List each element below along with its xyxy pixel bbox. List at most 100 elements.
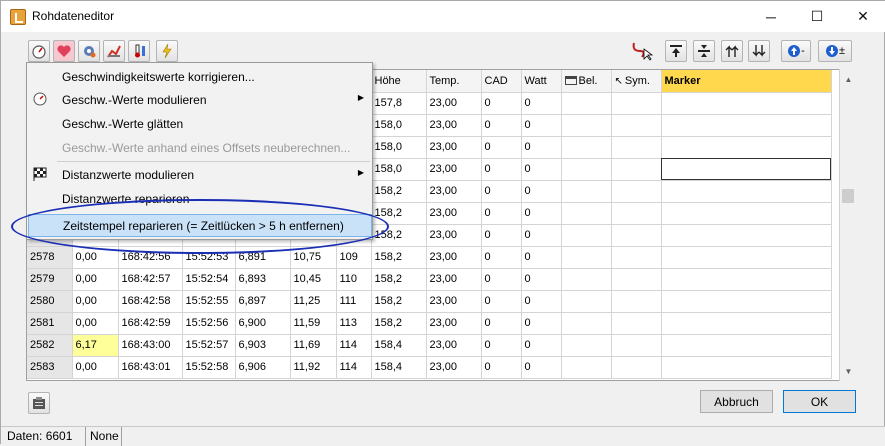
table-cell[interactable]: 11,92 bbox=[290, 356, 337, 379]
lightning-button[interactable] bbox=[156, 40, 178, 62]
table-cell[interactable]: 23,00 bbox=[426, 92, 482, 115]
cursor-tool[interactable] bbox=[630, 39, 656, 63]
table-cell[interactable]: 158,0 bbox=[371, 114, 427, 137]
table-cell[interactable] bbox=[611, 224, 662, 247]
table-cell[interactable]: 0 bbox=[481, 312, 522, 335]
table-cell[interactable] bbox=[611, 136, 662, 159]
table-cell[interactable] bbox=[611, 158, 662, 181]
table-cell[interactable]: 15:52:58 bbox=[182, 356, 236, 379]
table-cell[interactable]: 0,00 bbox=[72, 268, 119, 291]
menu-item-repair-timestamps[interactable]: Zeitstempel reparieren (= Zeitlücken > 5… bbox=[28, 214, 372, 237]
table-cell[interactable] bbox=[611, 180, 662, 203]
table-cell[interactable] bbox=[661, 290, 832, 313]
table-cell[interactable]: 23,00 bbox=[426, 290, 482, 313]
table-cell[interactable]: 23,00 bbox=[426, 334, 482, 357]
table-cell[interactable]: 11,25 bbox=[290, 290, 337, 313]
close-button[interactable]: ✕ bbox=[840, 1, 885, 32]
table-cell[interactable]: 0 bbox=[521, 290, 562, 313]
column-header-sym[interactable]: ↖ Sym. bbox=[611, 70, 662, 93]
table-cell[interactable] bbox=[561, 158, 612, 181]
table-cell[interactable]: 0,00 bbox=[72, 312, 119, 335]
table-cell[interactable]: 0,00 bbox=[72, 290, 119, 313]
table-cell[interactable] bbox=[661, 246, 832, 269]
table-cell[interactable] bbox=[661, 312, 832, 335]
maximize-button[interactable]: ☐ bbox=[794, 1, 840, 32]
table-cell[interactable]: 158,2 bbox=[371, 290, 427, 313]
table-cell[interactable]: 0 bbox=[521, 114, 562, 137]
scroll-down-arrow[interactable]: ▼ bbox=[840, 363, 857, 379]
table-cell[interactable]: 0 bbox=[481, 92, 522, 115]
table-cell[interactable] bbox=[561, 180, 612, 203]
table-cell[interactable]: 23,00 bbox=[426, 136, 482, 159]
scroll-thumb[interactable] bbox=[842, 189, 854, 203]
table-cell[interactable]: 6,891 bbox=[235, 246, 291, 269]
table-cell[interactable]: 6,900 bbox=[235, 312, 291, 335]
menu-item-modulate-speed[interactable]: Geschw.-Werte modulieren ▶ bbox=[28, 88, 372, 111]
table-cell[interactable]: 15:52:54 bbox=[182, 268, 236, 291]
table-cell[interactable]: 110 bbox=[336, 268, 372, 291]
table-cell[interactable] bbox=[661, 334, 832, 357]
table-cell[interactable] bbox=[661, 114, 832, 137]
table-cell[interactable]: 23,00 bbox=[426, 202, 482, 225]
table-cell[interactable]: 109 bbox=[336, 246, 372, 269]
table-cell[interactable] bbox=[611, 334, 662, 357]
table-cell[interactable]: 0 bbox=[521, 334, 562, 357]
table-cell[interactable]: 23,00 bbox=[426, 224, 482, 247]
table-cell[interactable] bbox=[611, 268, 662, 291]
table-cell[interactable]: 168:42:56 bbox=[118, 246, 183, 269]
table-cell[interactable] bbox=[661, 180, 832, 203]
table-cell[interactable]: 158,0 bbox=[371, 158, 427, 181]
table-cell[interactable]: 111 bbox=[336, 290, 372, 313]
table-cell[interactable]: 158,2 bbox=[371, 312, 427, 335]
menu-item-repair-distance[interactable]: Distanzwerte reparieren bbox=[28, 187, 372, 210]
table-cell[interactable] bbox=[661, 202, 832, 225]
table-cell[interactable]: 0,00 bbox=[72, 246, 119, 269]
table-cell[interactable]: 0 bbox=[521, 356, 562, 379]
table-cell[interactable] bbox=[611, 246, 662, 269]
table-cell[interactable]: 0 bbox=[521, 224, 562, 247]
table-cell[interactable] bbox=[611, 114, 662, 137]
table-cell[interactable]: 0 bbox=[521, 202, 562, 225]
table-cell[interactable]: 0 bbox=[521, 158, 562, 181]
table-cell[interactable] bbox=[611, 290, 662, 313]
table-cell[interactable]: 23,00 bbox=[426, 158, 482, 181]
table-cell[interactable]: 0 bbox=[481, 202, 522, 225]
table-cell[interactable] bbox=[661, 136, 832, 159]
table-cell[interactable] bbox=[561, 136, 612, 159]
table-cell[interactable]: 0 bbox=[481, 136, 522, 159]
table-cell[interactable]: 0,00 bbox=[72, 356, 119, 379]
table-cell[interactable] bbox=[661, 268, 832, 291]
table-cell[interactable]: 168:42:59 bbox=[118, 312, 183, 335]
table-cell[interactable]: 11,59 bbox=[290, 312, 337, 335]
align-middle-button[interactable] bbox=[693, 40, 715, 62]
table-cell[interactable]: 0 bbox=[481, 356, 522, 379]
table-cell[interactable] bbox=[561, 246, 612, 269]
speedometer-button[interactable] bbox=[28, 40, 50, 62]
table-row[interactable]: 2579 0,00 168:42:57 15:52:54 6,893 10,45 110 15… bbox=[27, 268, 832, 291]
table-cell[interactable]: 0 bbox=[481, 180, 522, 203]
table-cell[interactable]: 158,2 bbox=[371, 246, 427, 269]
thermometer-button[interactable] bbox=[128, 40, 150, 62]
table-cell[interactable]: 10,75 bbox=[290, 246, 337, 269]
align-top-button[interactable] bbox=[665, 40, 687, 62]
table-cell[interactable]: 23,00 bbox=[426, 114, 482, 137]
table-cell[interactable] bbox=[561, 334, 612, 357]
menu-item-smooth-speed[interactable]: Geschw.-Werte glätten bbox=[28, 112, 372, 135]
table-cell[interactable]: 0 bbox=[481, 158, 522, 181]
table-cell[interactable]: 158,2 bbox=[371, 268, 427, 291]
table-row[interactable]: 2581 0,00 168:42:59 15:52:56 6,900 11,59 113 15… bbox=[27, 312, 832, 335]
table-cell[interactable]: 113 bbox=[336, 312, 372, 335]
table-cell[interactable] bbox=[561, 224, 612, 247]
table-cell[interactable]: 0 bbox=[521, 268, 562, 291]
table-cell[interactable]: 6,17 bbox=[72, 334, 119, 357]
table-cell[interactable]: 168:43:01 bbox=[118, 356, 183, 379]
table-cell[interactable]: 0 bbox=[481, 114, 522, 137]
table-cell[interactable]: 114 bbox=[336, 334, 372, 357]
vertical-scrollbar[interactable]: ▲ ▼ bbox=[839, 69, 856, 381]
sort-up-button[interactable]: - bbox=[781, 40, 811, 62]
column-header-temp[interactable]: Temp. bbox=[426, 70, 482, 93]
table-cell[interactable]: 158,4 bbox=[371, 356, 427, 379]
table-cell[interactable]: 6,893 bbox=[235, 268, 291, 291]
table-cell[interactable] bbox=[611, 312, 662, 335]
table-cell[interactable]: 0 bbox=[521, 92, 562, 115]
